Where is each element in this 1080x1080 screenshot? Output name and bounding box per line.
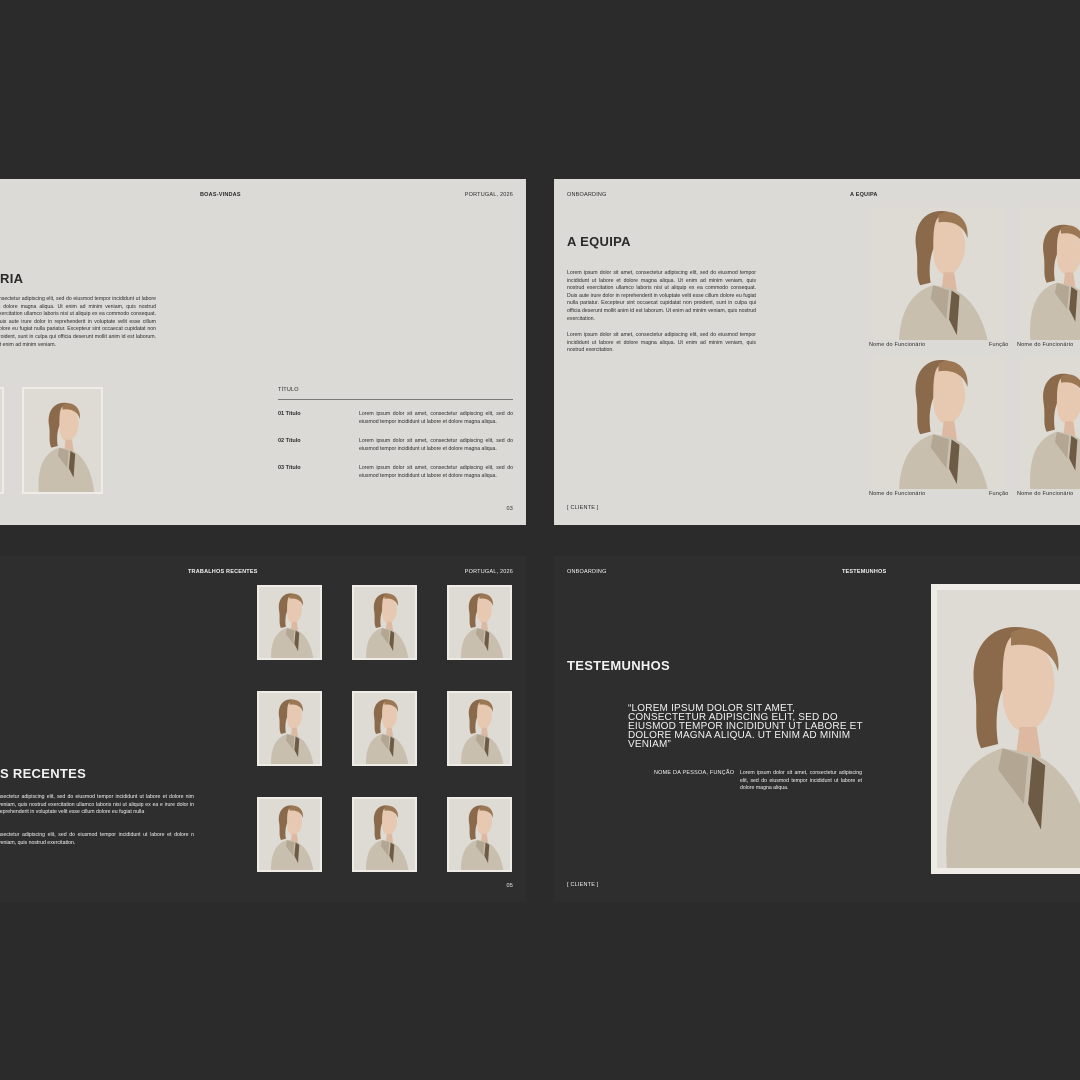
slide-testimonials: ONBOARDING TESTEMUNHOS TESTEMUNHOS “LORE…: [554, 556, 1080, 902]
testimonial-person: NOME DA PESSOA, FUNÇÃO: [654, 770, 735, 776]
portrait-photo: [937, 590, 1080, 868]
team-footer: [ CLIENTE ]: [567, 505, 599, 511]
portrait-photo: [449, 587, 510, 658]
list-item-text: Lorem ipsum dolor sit amet, consectetur …: [359, 438, 513, 452]
member-role: Função: [989, 342, 1009, 348]
team-header-left: ONBOARDING: [567, 192, 607, 198]
team-photo: [873, 207, 1004, 340]
work-photo: [257, 797, 322, 872]
welcome-title: RIA: [0, 271, 24, 286]
list-item-title: 01 Título: [278, 411, 301, 417]
team-paragraph-1: Lorem ipsum dolor sit amet, consectetur …: [567, 270, 756, 322]
portrait-photo: [259, 799, 320, 870]
works-header-center: TRABALHOS RECENTES: [188, 569, 258, 575]
portrait-photo: [1021, 207, 1080, 340]
portrait-photo: [449, 693, 510, 764]
testimonials-header-center: TESTEMUNHOS: [842, 569, 887, 575]
list-divider: [278, 399, 513, 400]
portrait-photo: [354, 587, 415, 658]
work-photo: [447, 585, 512, 660]
testimonial-text: Lorem ipsum dolor sit amet, consectetur …: [740, 770, 862, 792]
testimonials-footer: [ CLIENTE ]: [567, 882, 599, 888]
work-photo: [257, 691, 322, 766]
works-header-right: PORTUGAL, 2026: [464, 569, 513, 575]
testimonial-quote: “LOREM IPSUM DOLOR SIT AMET, CONSECTETUR…: [628, 703, 863, 750]
work-photo: [352, 585, 417, 660]
work-photo: [352, 691, 417, 766]
work-photo: [257, 585, 322, 660]
welcome-header-left: BOAS-VINDAS: [200, 192, 241, 198]
team-photo: [1021, 207, 1080, 340]
member-name: Nome do Funcionário: [869, 491, 926, 497]
portrait-photo: [259, 587, 320, 658]
portrait-photo: [354, 693, 415, 764]
welcome-photo-partial: [0, 387, 4, 494]
welcome-header-right: PORTUGAL, 2026: [464, 192, 513, 198]
team-photo: [1021, 356, 1080, 489]
member-name: Nome do Funcionário: [869, 342, 926, 348]
member-role: Função: [989, 491, 1009, 497]
testimonials-title: TESTEMUNHOS: [567, 658, 670, 673]
testimonials-header-left: ONBOARDING: [567, 569, 607, 575]
portrait-photo: [1021, 356, 1080, 489]
team-title: A EQUIPA: [567, 234, 631, 249]
page-number: 03: [506, 506, 513, 512]
work-photo: [447, 691, 512, 766]
works-paragraph-1: nsectetur adipiscing elit, sed do eiusmo…: [0, 794, 194, 816]
slide-team: ONBOARDING A EQUIPA A EQUIPA Lorem ipsum…: [554, 179, 1080, 525]
team-header-center: A EQUIPA: [850, 192, 878, 198]
slide-welcome: BOAS-VINDAS PORTUGAL, 2026 RIA onsectetu…: [0, 179, 526, 525]
works-title: S RECENTES: [0, 766, 87, 781]
work-photo: [447, 797, 512, 872]
portrait-photo: [259, 693, 320, 764]
list-item-title: 02 Título: [278, 438, 301, 444]
list-item-title: 03 Título: [278, 465, 301, 471]
slide-works: TRABALHOS RECENTES PORTUGAL, 2026 S RECE…: [0, 556, 526, 902]
portrait-photo: [24, 389, 101, 492]
welcome-paragraph: onsectetur adipiscing elit, sed do eiusm…: [0, 296, 156, 348]
member-name: Nome do Funcionário: [1017, 491, 1074, 497]
portrait-photo: [873, 356, 1004, 489]
list-item-text: Lorem ipsum dolor sit amet, consectetur …: [359, 465, 513, 479]
list-header: TÍTULO: [278, 387, 299, 393]
welcome-photo: [22, 387, 103, 494]
portrait-photo: [873, 207, 1004, 340]
page-number: 05: [506, 883, 513, 889]
works-paragraph-2: nsectetur adipiscing elit, sed do eiusmo…: [0, 832, 194, 846]
team-photo: [873, 356, 1004, 489]
portrait-photo: [449, 799, 510, 870]
list-item-text: Lorem ipsum dolor sit amet, consectetur …: [359, 411, 513, 425]
portrait-photo: [354, 799, 415, 870]
member-name: Nome do Funcionário: [1017, 342, 1074, 348]
testimonial-photo: [931, 584, 1080, 874]
work-photo: [352, 797, 417, 872]
team-paragraph-2: Lorem ipsum dolor sit amet, consectetur …: [567, 332, 756, 354]
